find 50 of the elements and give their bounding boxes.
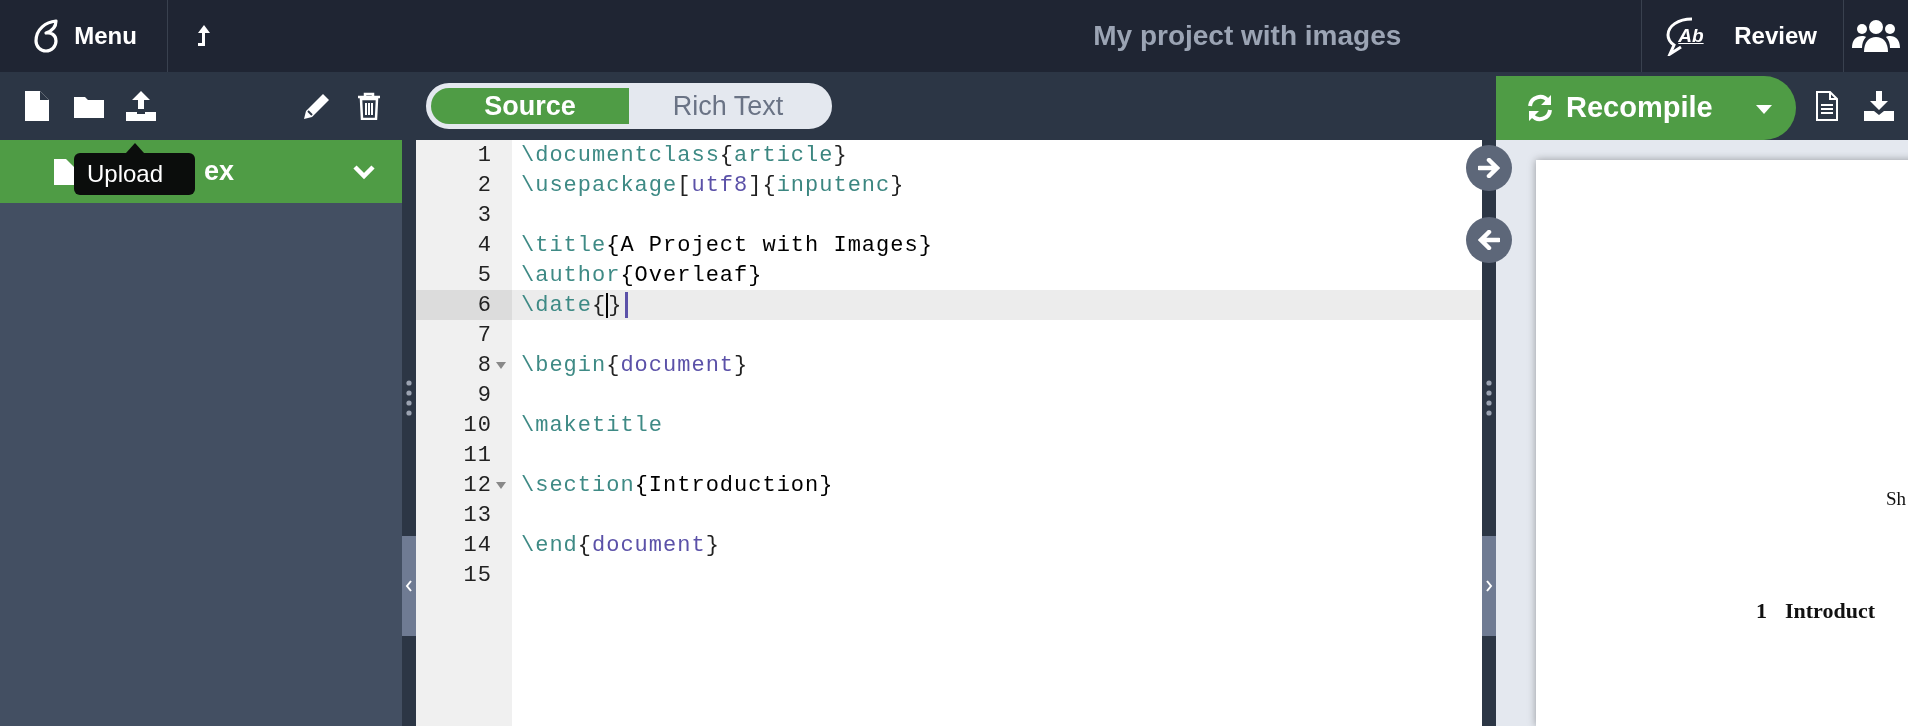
fold-arrow-icon[interactable] [496,361,506,369]
drag-handle-icon[interactable] [1486,380,1492,416]
arrow-left-icon [1478,230,1500,250]
folder-icon [74,94,104,118]
code-line: \begin{document} [521,352,749,378]
line-number: 14 [463,532,492,558]
line-number: 6 [477,292,492,318]
upload-tooltip: Upload [74,143,195,195]
line-number: 11 [463,442,492,468]
section-number: 1 [1756,598,1767,624]
line-number: 3 [477,202,492,228]
code-line: \usepackage[utf8]{inputenc} [521,172,905,198]
code-line: \date{} [521,292,629,318]
chevron-left-icon [405,579,413,593]
upload-icon [126,91,156,121]
line-number: 12 [463,472,492,498]
line-number: 1 [477,142,492,168]
pencil-icon [303,92,331,120]
code-line: \title{A Project with Images} [521,232,933,258]
code-line: \author{Overleaf} [521,262,763,288]
section-heading: Introduct [1785,598,1876,624]
people-icon [1852,18,1900,54]
editor-mode-tab[interactable]: Source [431,88,629,124]
line-number: 7 [477,322,492,348]
pdf-text: Sh [1886,488,1908,510]
line-number: 10 [463,412,492,438]
code-line: \section{Introduction} [521,472,834,498]
line-number: 13 [463,502,492,528]
chevron-right-icon [1485,579,1493,593]
arrow-up-icon [196,24,212,48]
code-line: \maketitle [521,412,664,438]
drag-handle-icon[interactable] [406,380,412,416]
line-number: 8 [477,352,492,378]
document-icon [1815,91,1839,121]
line-number: 9 [477,382,492,408]
editor-mode-tab[interactable]: Rich Text [629,88,827,124]
line-number: 4 [477,232,492,258]
code-line: \documentclass{article} [521,142,848,168]
line-number: 15 [463,562,492,588]
refresh-icon [1526,93,1554,122]
file-icon [25,91,49,121]
trash-icon [357,92,381,120]
arrow-right-icon [1478,158,1500,178]
code-line: \end{document} [521,532,720,558]
download-icon [1864,91,1894,121]
line-number: 5 [477,262,492,288]
project-title: My project with images [1093,20,1402,52]
fold-arrow-icon[interactable] [496,481,506,489]
recompile-button[interactable]: Recompile [1496,75,1796,140]
line-number: 2 [477,172,492,198]
